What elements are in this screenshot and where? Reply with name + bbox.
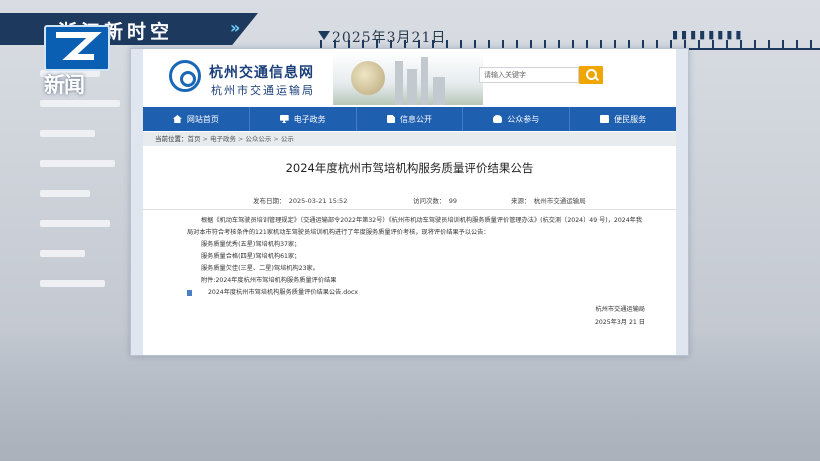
- search-button[interactable]: [579, 66, 603, 84]
- breadcrumb: 当前位置：首页 > 电子政务 > 公众公示 > 公示: [143, 132, 676, 146]
- nav-item-label: 公众参与: [507, 114, 540, 124]
- document-icon: [386, 115, 395, 123]
- nav-item-label: 便民服务: [614, 114, 647, 124]
- nav-item-label: 网站首页: [186, 114, 219, 124]
- website-card: 杭州交通信息网 杭州市交通运输局 请输入关键字 网站首页 电子政务 信息公开 公…: [130, 48, 689, 356]
- search-input[interactable]: 请输入关键字: [479, 67, 579, 83]
- service-icon: [600, 115, 610, 123]
- site-logo-icon[interactable]: [169, 60, 201, 92]
- view-count: 访问次数： 99: [413, 197, 458, 205]
- ticker-dots-icon: ▮▮▮▮▮▮▮▮: [672, 28, 745, 41]
- nav-item-label: 电子政务: [293, 114, 326, 124]
- attachment-filename[interactable]: 2024年度杭州市驾培机构服务质量评价结果公告.docx: [194, 287, 358, 299]
- article-meta: 发布日期： 2025-03-21 15:52 访问次数： 99 来源： 杭州市交…: [143, 187, 676, 210]
- header-city-banner: [333, 51, 483, 105]
- nav-item-information-disclosure[interactable]: 信息公开: [357, 107, 464, 131]
- article-body: 根据《机动车驾驶员培训管理规定》（交通运输部令2022年第32号）《杭州市机动车…: [187, 215, 647, 299]
- decorative-stripes: [0, 60, 130, 320]
- people-icon: [493, 115, 503, 123]
- article-source: 来源： 杭州市交通运输局: [511, 197, 586, 205]
- program-ticker: 浙江新时空 » 2025年3月21日 ▮▮▮▮▮▮▮▮: [0, 13, 820, 50]
- arrows-icon: »: [230, 18, 240, 37]
- nav-item-label: 信息公开: [399, 114, 432, 124]
- site-subtitle: 杭州市交通运输局: [211, 84, 315, 97]
- body-line-excellent: 服务质量优秀(五星)驾培机构37家；: [201, 241, 301, 248]
- site-name[interactable]: 杭州交通信息网: [209, 62, 314, 82]
- search-icon: [586, 69, 597, 80]
- attachment-link[interactable]: 2024年度杭州市驾培机构服务质量评价结果公告.docx: [187, 287, 647, 299]
- signature-date: 2025年3月 21 日: [594, 319, 645, 326]
- channel-logo: 新闻: [44, 25, 110, 97]
- body-line-poor: 服务质量欠佳(三星、二星)驾培机构23家。: [201, 265, 319, 272]
- attachment-label: 附件:2024年度杭州市驾培机构服务质量评价结果: [201, 277, 337, 284]
- triangle-marker-icon: [318, 31, 330, 40]
- globe-icon: [351, 61, 385, 95]
- body-paragraph: 根据《机动车驾驶员培训管理规定》（交通运输部令2022年第32号）《杭州市机动车…: [187, 217, 643, 236]
- breadcrumb-public-notice[interactable]: 公众公示: [245, 135, 271, 143]
- site-header: 杭州交通信息网 杭州市交通运输局 请输入关键字: [143, 49, 676, 106]
- nav-item-e-government[interactable]: 电子政务: [250, 107, 357, 131]
- web-page: 杭州交通信息网 杭州市交通运输局 请输入关键字 网站首页 电子政务 信息公开 公…: [143, 49, 676, 355]
- nav-item-home[interactable]: 网站首页: [143, 107, 250, 131]
- nav-item-public-participation[interactable]: 公众参与: [463, 107, 571, 131]
- breadcrumb-e-government[interactable]: 电子政务: [210, 135, 236, 143]
- monitor-icon: [279, 115, 289, 123]
- body-line-qualified: 服务质量合格(四星)驾培机构61家；: [201, 253, 301, 260]
- main-nav: 网站首页 电子政务 信息公开 公众参与 便民服务: [143, 107, 676, 131]
- breadcrumb-notice[interactable]: 公示: [281, 135, 294, 143]
- publish-date: 发布日期： 2025-03-21 15:52: [253, 197, 348, 205]
- breadcrumb-home[interactable]: 首页: [188, 135, 201, 143]
- nav-item-services[interactable]: 便民服务: [570, 107, 676, 131]
- signature-block: 杭州市交通运输局 2025年3月 21 日: [573, 303, 645, 329]
- breadcrumb-label: 当前位置：: [155, 135, 188, 143]
- channel-logo-icon: [44, 25, 110, 71]
- home-icon: [172, 115, 182, 123]
- signature-org: 杭州市交通运输局: [595, 306, 646, 313]
- channel-logo-text: 新闻: [44, 73, 85, 97]
- docx-file-icon: [187, 290, 192, 296]
- article-title: 2024年度杭州市驾培机构服务质量评价结果公告: [285, 161, 534, 175]
